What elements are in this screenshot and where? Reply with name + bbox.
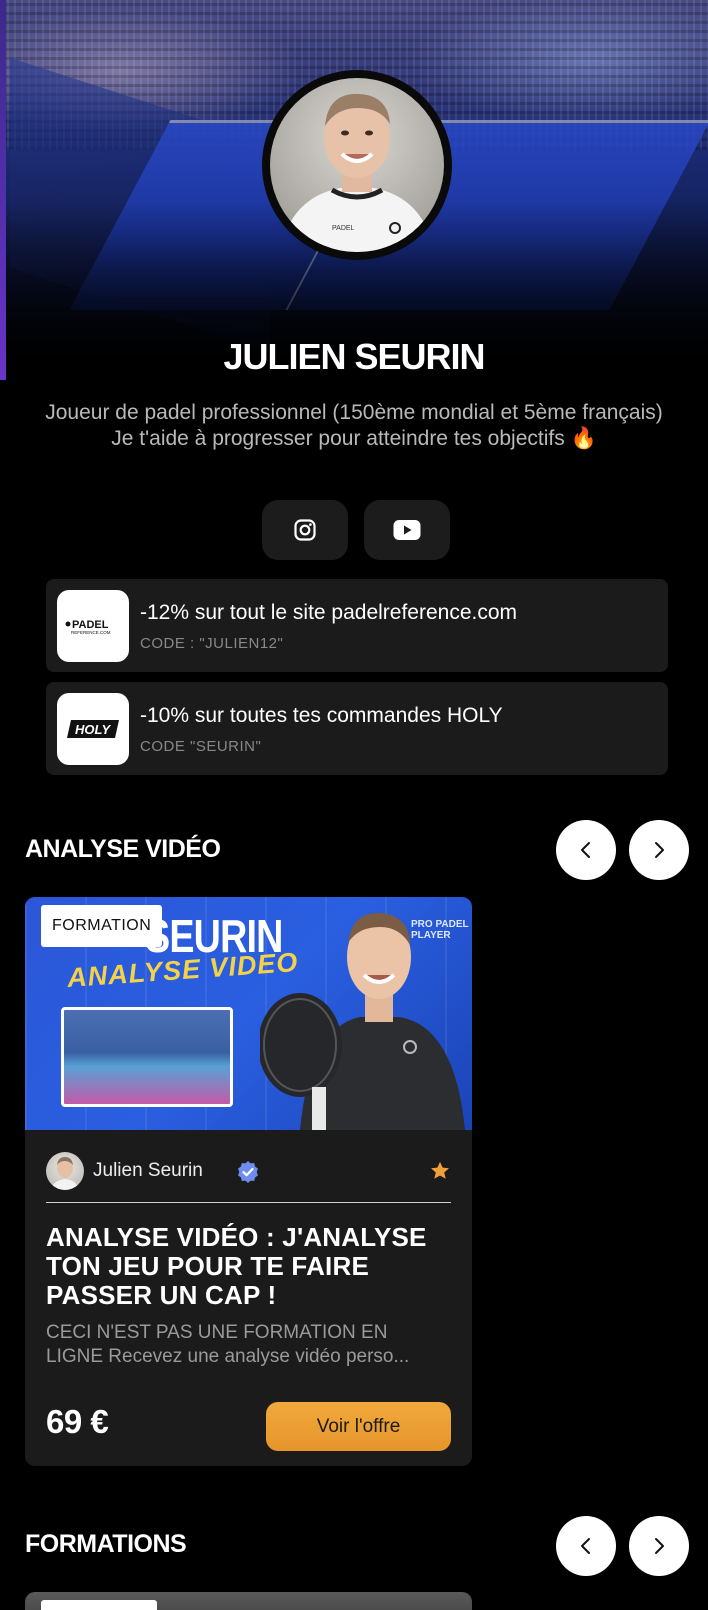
- formation-badge-partial: [41, 1600, 157, 1610]
- formations-next-button[interactable]: [629, 1516, 689, 1576]
- svg-text:PADEL: PADEL: [332, 225, 355, 232]
- profile-name: JULIEN SEURIN: [223, 336, 485, 377]
- profile-page: PADEL JULIEN SEURIN Joueur de padel prof…: [0, 0, 708, 1610]
- svg-text:REFERENCE.COM: REFERENCE.COM: [71, 630, 111, 635]
- profile-bio: Joueur de padel professionnel (150ème mo…: [0, 400, 708, 452]
- coupon-holy[interactable]: HOLY -10% sur toutes tes commandes HOLY …: [46, 682, 668, 775]
- chevron-right-icon: [655, 1538, 664, 1554]
- thumb-video-frame: [61, 1007, 233, 1107]
- social-links: [262, 500, 452, 560]
- thumb-pro-label: PRO PADEL PLAYER: [411, 919, 469, 941]
- card-divider: [46, 1202, 451, 1203]
- coupon-title: -12% sur tout le site padelreference.com: [140, 601, 518, 624]
- view-offer-button[interactable]: Voir l'offre: [266, 1402, 451, 1451]
- carousel-next-button[interactable]: [629, 820, 689, 880]
- youtube-icon: [393, 520, 421, 540]
- coupon-code: CODE : "JULIEN12": [140, 635, 284, 652]
- offer-thumbnail: SEURIN ANALYSE VIDEO PRO PADEL PLAYER FO…: [25, 897, 472, 1130]
- offer-card[interactable]: SEURIN ANALYSE VIDEO PRO PADEL PLAYER FO…: [25, 897, 472, 1466]
- formation-card-partial[interactable]: [25, 1592, 472, 1610]
- bio-line-1: Joueur de padel professionnel (150ème mo…: [45, 401, 663, 424]
- instagram-button[interactable]: [262, 500, 348, 560]
- coupon-title: -10% sur toutes tes commandes HOLY: [140, 704, 503, 727]
- section-title-analyse: ANALYSE VIDÉO: [25, 835, 221, 863]
- coupon-padelreference[interactable]: PADEL REFERENCE.COM -12% sur tout le sit…: [46, 579, 668, 672]
- verified-badge-icon: [238, 1161, 258, 1183]
- padelreference-logo: PADEL REFERENCE.COM: [57, 590, 129, 662]
- formations-prev-button[interactable]: [556, 1516, 616, 1576]
- profile-avatar: PADEL: [262, 70, 452, 260]
- author-row: Julien Seurin: [46, 1152, 451, 1192]
- holy-logo: HOLY: [57, 693, 129, 765]
- instagram-icon: [294, 519, 316, 541]
- star-icon[interactable]: [429, 1160, 451, 1182]
- section-title-formations: FORMATIONS: [25, 1530, 187, 1558]
- chevron-left-icon: [581, 842, 590, 858]
- offer-title: ANALYSE VIDÉO : J'ANALYSE TON JEU POUR T…: [46, 1222, 427, 1310]
- youtube-button[interactable]: [364, 500, 450, 560]
- formation-badge: FORMATION: [41, 905, 163, 947]
- author-name: Julien Seurin: [93, 1160, 203, 1181]
- bio-line-2: Je t'aide à progresser pour atteindre te…: [111, 427, 597, 450]
- chevron-right-icon: [655, 842, 664, 858]
- chevron-left-icon: [581, 1538, 590, 1554]
- offer-description: CECI N'EST PAS UNE FORMATION EN LIGNE Re…: [46, 1322, 410, 1367]
- offer-price: 69 €: [46, 1403, 109, 1440]
- coupon-code: CODE "SEURIN": [140, 738, 262, 755]
- author-avatar: [46, 1152, 84, 1190]
- carousel-prev-button[interactable]: [556, 820, 616, 880]
- svg-text:HOLY: HOLY: [75, 722, 111, 737]
